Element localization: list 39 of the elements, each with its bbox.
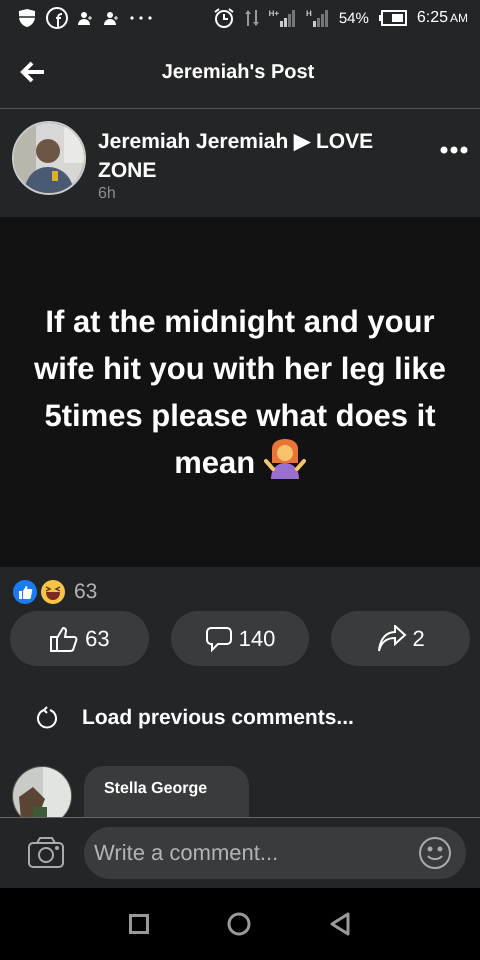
smiley-icon[interactable]	[418, 836, 452, 870]
network-type: H	[306, 9, 312, 18]
shrugging-person-icon	[264, 439, 306, 479]
post-time: 6h	[98, 185, 117, 203]
thumbs-up-icon	[49, 624, 80, 652]
back-arrow-icon[interactable]	[20, 61, 46, 83]
load-previous-comments[interactable]: Load previous comments...	[82, 706, 354, 730]
post-author-line[interactable]: Jeremiah Jeremiah ▶ LOVE ZONE	[98, 127, 428, 185]
signal-icon	[280, 9, 296, 27]
like-button[interactable]: 63	[10, 611, 149, 666]
reaction-count[interactable]: 63	[74, 580, 98, 604]
recent-apps-icon[interactable]	[129, 914, 149, 934]
home-icon[interactable]	[227, 912, 251, 936]
more-dots-icon	[130, 16, 152, 20]
like-reaction-icon	[12, 579, 38, 605]
signal-icon	[312, 9, 329, 27]
comment-author[interactable]: Stella George	[104, 780, 229, 798]
share-arrow-icon	[376, 624, 407, 652]
facebook-icon	[46, 7, 68, 29]
camera-icon[interactable]	[28, 837, 64, 869]
back-icon[interactable]	[329, 912, 351, 936]
page-title: Jeremiah's Post	[160, 60, 316, 84]
clock-time: 6:25 AM	[416, 9, 468, 27]
battery-icon	[378, 10, 407, 26]
network-type: H+	[268, 9, 280, 18]
more-options-icon[interactable]	[440, 145, 468, 155]
comment-button[interactable]: 140	[170, 611, 310, 666]
speech-bubble-icon	[204, 624, 233, 652]
comment-input-field[interactable]: Write a comment...	[84, 827, 466, 879]
refresh-icon	[36, 706, 58, 730]
share-button[interactable]: 2	[331, 611, 470, 666]
data-arrows-icon	[244, 8, 259, 28]
shield-icon	[18, 8, 36, 28]
post-text: If at the midnight and your wife hit you with her leg like 5times please what does it mean	[33, 303, 447, 482]
laughing-emoji-icon	[40, 579, 66, 605]
alarm-clock-icon	[212, 7, 235, 29]
add-person-icon	[78, 10, 94, 26]
battery-percent: 54%	[338, 10, 369, 26]
add-person-icon	[104, 10, 120, 26]
